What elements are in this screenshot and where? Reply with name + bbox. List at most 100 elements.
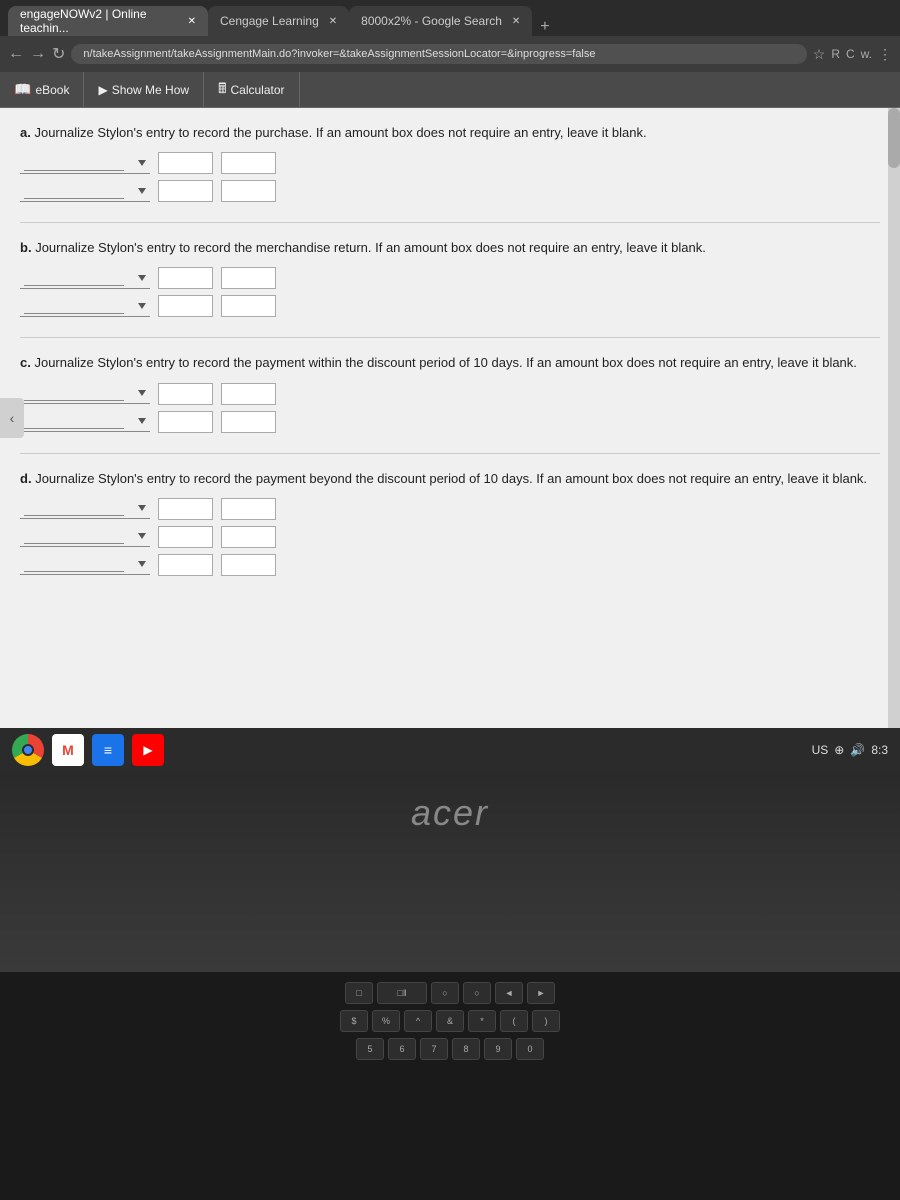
dropdown-arrow-d2[interactable] [138,533,146,539]
key-star[interactable]: * [468,1010,496,1032]
section-b-text: Journalize Stylon's entry to record the … [35,240,706,255]
amount-box-d1-credit[interactable] [221,498,276,520]
key-percent[interactable]: % [372,1010,400,1032]
nav-refresh-icon[interactable]: ↻ [52,44,65,64]
tab-close-icon[interactable]: ✕ [188,16,196,27]
tab-close-icon[interactable]: ✕ [329,16,337,27]
account-dropdown-b1[interactable] [20,268,150,289]
tab-google[interactable]: 8000x2% - Google Search ✕ [349,6,532,36]
amount-box-d3-credit[interactable] [221,554,276,576]
amount-box-d3-debit[interactable] [158,554,213,576]
region-label: US [812,743,829,757]
laptop-body: acer [0,772,900,972]
dropdown-arrow-d1[interactable] [138,505,146,511]
dropdown-arrow-c1[interactable] [138,390,146,396]
scrollbar[interactable] [888,108,900,728]
section-c-text: Journalize Stylon's entry to record the … [34,355,856,370]
amount-box-c1-credit[interactable] [221,383,276,405]
account-dropdown-b2[interactable] [20,296,150,317]
key-7[interactable]: 7 [420,1038,448,1060]
amount-box-a1-debit[interactable] [158,152,213,174]
amount-box-b2-credit[interactable] [221,295,276,317]
dropdown-arrow-a2[interactable] [138,188,146,194]
dropdown-arrow-b2[interactable] [138,303,146,309]
section-c: c. Journalize Stylon's entry to record t… [20,354,880,432]
section-a-title: a. Journalize Stylon's entry to record t… [20,124,880,142]
amount-box-c1-debit[interactable] [158,383,213,405]
files-taskbar-icon[interactable]: ≡ [92,734,124,766]
key-left[interactable]: ◄ [495,982,523,1004]
amount-box-b2-debit[interactable] [158,295,213,317]
dropdown-arrow-a1[interactable] [138,160,146,166]
key-caret[interactable]: ^ [404,1010,432,1032]
dropdown-arrow-d3[interactable] [138,561,146,567]
amount-box-c2-debit[interactable] [158,411,213,433]
section-b: b. Journalize Stylon's entry to record t… [20,239,880,317]
ebook-button[interactable]: 📖 eBook [0,72,84,107]
key-5[interactable]: 5 [356,1038,384,1060]
account-dropdown-a2[interactable] [20,181,150,202]
key-9[interactable]: 9 [484,1038,512,1060]
key-rparen[interactable]: ) [532,1010,560,1032]
divider-bc [20,337,880,338]
amount-box-d2-debit[interactable] [158,526,213,548]
nav-back-icon[interactable]: ← [8,45,24,63]
app-toolbar: 📖 eBook ▶ Show Me How 🖩 Calculator [0,72,900,108]
tab-close-icon[interactable]: ✕ [512,16,520,27]
amount-box-d2-credit[interactable] [221,526,276,548]
key-0[interactable]: 0 [516,1038,544,1060]
key-6[interactable]: 6 [388,1038,416,1060]
key-amp[interactable]: & [436,1010,464,1032]
dropdown-arrow-b1[interactable] [138,275,146,281]
menu-icon[interactable]: ⋮ [878,46,892,63]
journal-row-d3 [20,554,880,576]
tab-cengage[interactable]: Cengage Learning ✕ [208,6,349,36]
show-me-how-button[interactable]: ▶ Show Me How [84,72,204,107]
tab-label: Cengage Learning [220,14,319,28]
calculator-icon: 🖩 [218,78,226,102]
amount-box-b1-debit[interactable] [158,267,213,289]
tab-engagenow[interactable]: engageNOWv2 | Online teachin... ✕ [8,6,208,36]
amount-box-c2-credit[interactable] [221,411,276,433]
amount-box-b1-credit[interactable] [221,267,276,289]
key-dollar[interactable]: $ [340,1010,368,1032]
show-me-how-label: Show Me How [112,83,189,97]
gmail-taskbar-icon[interactable]: M [52,734,84,766]
youtube-icon: ▶ [143,743,152,757]
key-lparen[interactable]: ( [500,1010,528,1032]
keyboard-row-3: 5 6 7 8 9 0 [356,1038,544,1060]
nav-forward-icon[interactable]: → [30,45,46,63]
key-circle2[interactable]: ○ [463,982,491,1004]
section-d-title: d. Journalize Stylon's entry to record t… [20,470,880,488]
new-tab-button[interactable]: + [540,18,549,36]
account-dropdown-c1[interactable] [20,383,150,404]
tab-label: engageNOWv2 | Online teachin... [20,7,178,35]
show-me-how-icon: ▶ [98,83,107,97]
account-dropdown-c2[interactable] [20,411,150,432]
section-d-label: d. [20,471,32,486]
key-square[interactable]: □ [345,982,373,1004]
key-right[interactable]: ► [527,982,555,1004]
dropdown-arrow-c2[interactable] [138,418,146,424]
amount-box-a1-credit[interactable] [221,152,276,174]
key-circle1[interactable]: ○ [431,982,459,1004]
account-dropdown-d1[interactable] [20,498,150,519]
account-dropdown-d3[interactable] [20,554,150,575]
back-arrow-button[interactable]: ‹ [0,398,24,438]
bookmark-icon[interactable]: ☆ [813,46,826,63]
section-a: a. Journalize Stylon's entry to record t… [20,124,880,202]
account-dropdown-a1[interactable] [20,153,150,174]
calculator-button[interactable]: 🖩 Calculator [204,72,299,107]
chrome-taskbar-icon[interactable] [12,734,44,766]
account-dropdown-d2[interactable] [20,526,150,547]
key-8[interactable]: 8 [452,1038,480,1060]
scrollbar-thumb[interactable] [888,108,900,168]
amount-box-d1-debit[interactable] [158,498,213,520]
amount-box-a2-debit[interactable] [158,180,213,202]
key-rect[interactable]: □‖ [377,982,427,1004]
address-text: n/takeAssignment/takeAssignmentMain.do?i… [83,48,595,60]
journal-row-a1 [20,152,880,174]
address-bar[interactable]: n/takeAssignment/takeAssignmentMain.do?i… [71,44,806,64]
youtube-taskbar-icon[interactable]: ▶ [132,734,164,766]
amount-box-a2-credit[interactable] [221,180,276,202]
